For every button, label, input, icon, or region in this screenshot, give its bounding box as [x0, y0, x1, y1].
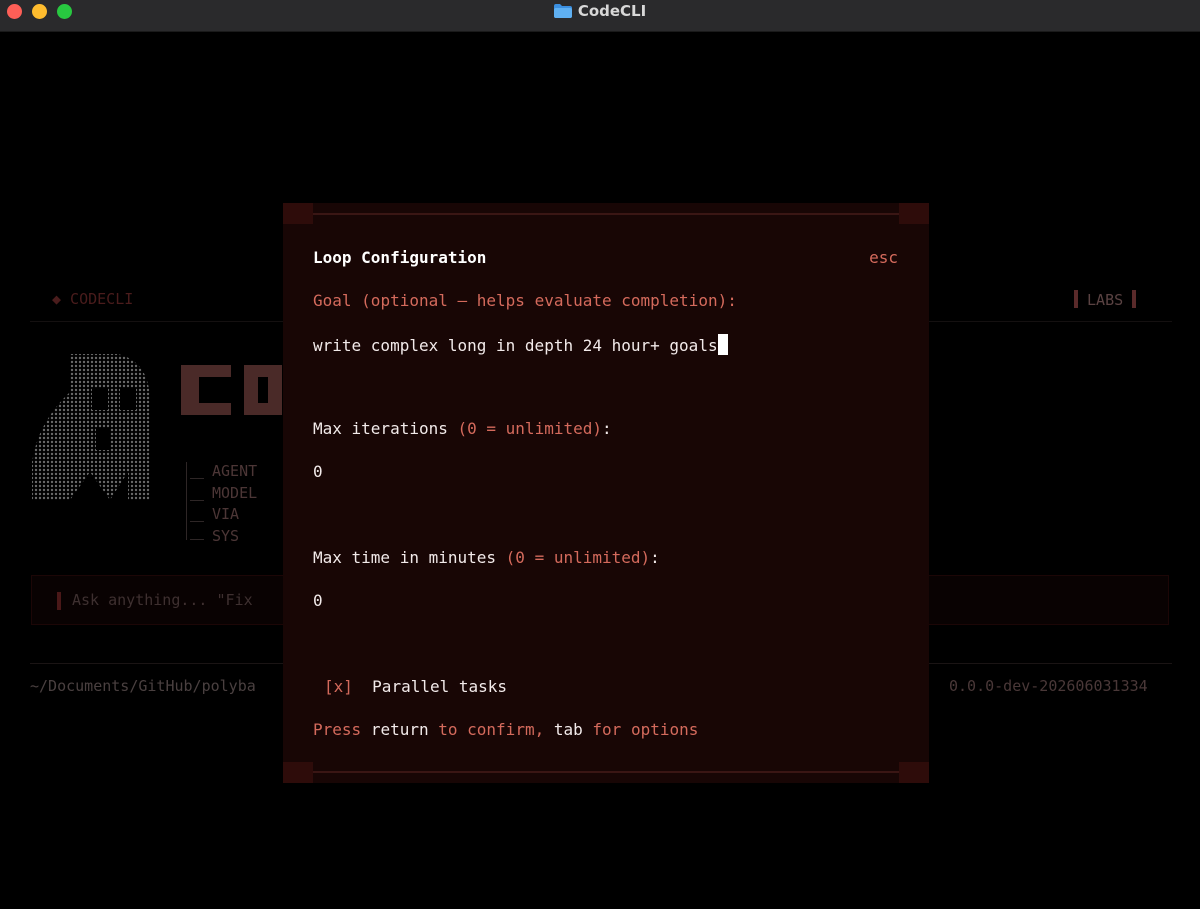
info-sys-label: SYS: [212, 527, 240, 545]
footer-return-key: return: [370, 720, 429, 739]
labs-badge[interactable]: LABS: [1074, 290, 1137, 309]
loop-configuration-dialog: Loop Configuration esc Goal (optional — …: [283, 203, 929, 783]
footer-for-options: for options: [592, 720, 699, 739]
prompt-input-bar: [57, 592, 61, 610]
version-label: 0.0.0-dev-202606031334: [949, 677, 1148, 695]
max-time-hint: (0 = unlimited): [505, 548, 651, 567]
max-iterations-label-row: Max iterations (0 = unlimited):: [313, 419, 612, 438]
dialog-footer-hint: Press return to confirm, tab for options: [313, 720, 698, 739]
brand-label: ◆ CODECLI: [52, 290, 134, 308]
max-iterations-input[interactable]: 0: [313, 462, 323, 481]
max-time-suffix: :: [650, 548, 660, 567]
info-tree: AGENT MODEL VIA SYS: [186, 462, 286, 548]
info-model-label: MODEL: [212, 484, 258, 502]
parallel-tasks-checkbox[interactable]: [x]: [324, 677, 353, 696]
goal-input[interactable]: write complex long in depth 24 hour+ goa…: [313, 334, 728, 355]
folder-icon: [553, 4, 572, 18]
cwd-path: ~/Documents/GitHub/polyba: [30, 677, 256, 695]
window-title-text: CodeCLI: [577, 2, 647, 20]
max-time-input[interactable]: 0: [313, 591, 323, 610]
goal-hint: (optional — helps evaluate completion):: [361, 291, 737, 310]
footer-press: Press: [313, 720, 362, 739]
max-time-label: Max time in minutes: [313, 548, 497, 567]
goal-label: Goal: [313, 291, 352, 310]
labs-bar-right: [1132, 290, 1137, 308]
window-titlebar: CodeCLI: [0, 0, 1200, 32]
ghost-logo-icon: [32, 354, 150, 500]
goal-label-row: Goal (optional — helps evaluate completi…: [313, 291, 737, 310]
labs-bar-left: [1074, 290, 1078, 308]
parallel-tasks-label: Parallel tasks: [372, 677, 508, 696]
footer-tab-key: tab: [553, 720, 583, 739]
text-cursor: [717, 334, 728, 355]
labs-label: LABS: [1087, 291, 1124, 309]
goal-input-value: write complex long in depth 24 hour+ goa…: [313, 336, 718, 355]
info-via-label: VIA: [212, 505, 240, 523]
dialog-title: Loop Configuration: [313, 248, 487, 267]
footer-to-confirm: to confirm,: [438, 720, 545, 739]
max-iterations-suffix: :: [602, 419, 612, 438]
max-iterations-hint: (0 = unlimited): [457, 419, 603, 438]
max-iterations-label: Max iterations: [313, 419, 448, 438]
window-title: CodeCLI: [0, 0, 1200, 22]
parallel-tasks-toggle[interactable]: [x] Parallel tasks: [324, 677, 507, 696]
esc-close-button[interactable]: esc: [869, 248, 898, 267]
prompt-placeholder: Ask anything... "Fix: [72, 591, 253, 609]
info-agent-label: AGENT: [212, 462, 258, 480]
max-time-label-row: Max time in minutes (0 = unlimited):: [313, 548, 660, 567]
